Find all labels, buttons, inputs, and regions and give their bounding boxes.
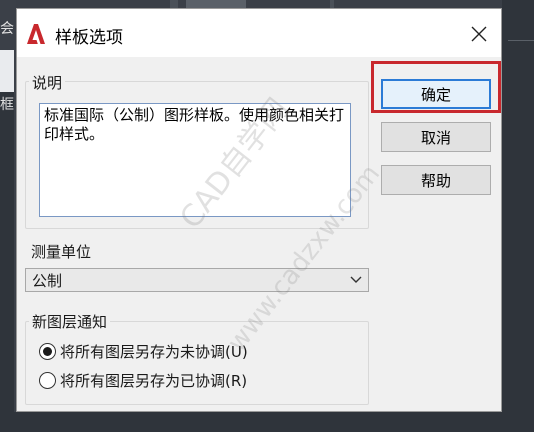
background-tab (170, 0, 178, 8)
background-tab (186, 0, 246, 8)
close-button[interactable] (463, 19, 495, 49)
radio-button-checked[interactable] (39, 343, 56, 360)
measurement-select[interactable]: 公制 (25, 268, 369, 292)
background-bottom-panel (0, 412, 534, 432)
layer-notification-label: 新图层通知 (29, 311, 111, 332)
layer-notification-group (25, 321, 369, 405)
background-left-tab (0, 50, 14, 92)
cancel-button[interactable]: 取消 (381, 122, 491, 152)
radio-label: 将所有图层另存为未协调(U) (60, 343, 248, 361)
help-button[interactable]: 帮助 (381, 165, 491, 195)
description-text[interactable]: 标准国际（公制）图形样板。使用颜色相关打印样式。 (39, 103, 351, 217)
background-tab (330, 0, 334, 8)
measurement-label: 测量单位 (31, 243, 92, 261)
radio-button-unchecked[interactable] (39, 372, 56, 389)
background-left-area (0, 92, 14, 432)
radio-save-reconciled[interactable]: 将所有图层另存为已协调(R) (39, 370, 247, 391)
description-label: 说明 (29, 72, 66, 93)
background-left-text: 会 (0, 21, 14, 37)
autocad-logo-icon (25, 23, 47, 45)
background-right-panel (502, 0, 534, 432)
ok-button[interactable]: 确定 (381, 79, 491, 109)
radio-save-unreconciled[interactable]: 将所有图层另存为未协调(U) (39, 341, 248, 362)
dialog-title: 样板选项 (55, 28, 123, 48)
radio-label: 将所有图层另存为已协调(R) (60, 372, 248, 390)
close-icon (471, 26, 487, 42)
measurement-selected-value: 公制 (32, 271, 63, 290)
background-toolbar (0, 0, 534, 8)
dialog-titlebar: 样板选项 (17, 9, 501, 57)
background-divider (508, 40, 534, 41)
chevron-down-icon (350, 276, 362, 283)
template-options-dialog: 样板选项 说明 标准国际（公制）图形样板。使用颜色相关打印样式。 确定 取消 帮… (16, 8, 502, 412)
background-left-text: 框 (0, 97, 14, 113)
